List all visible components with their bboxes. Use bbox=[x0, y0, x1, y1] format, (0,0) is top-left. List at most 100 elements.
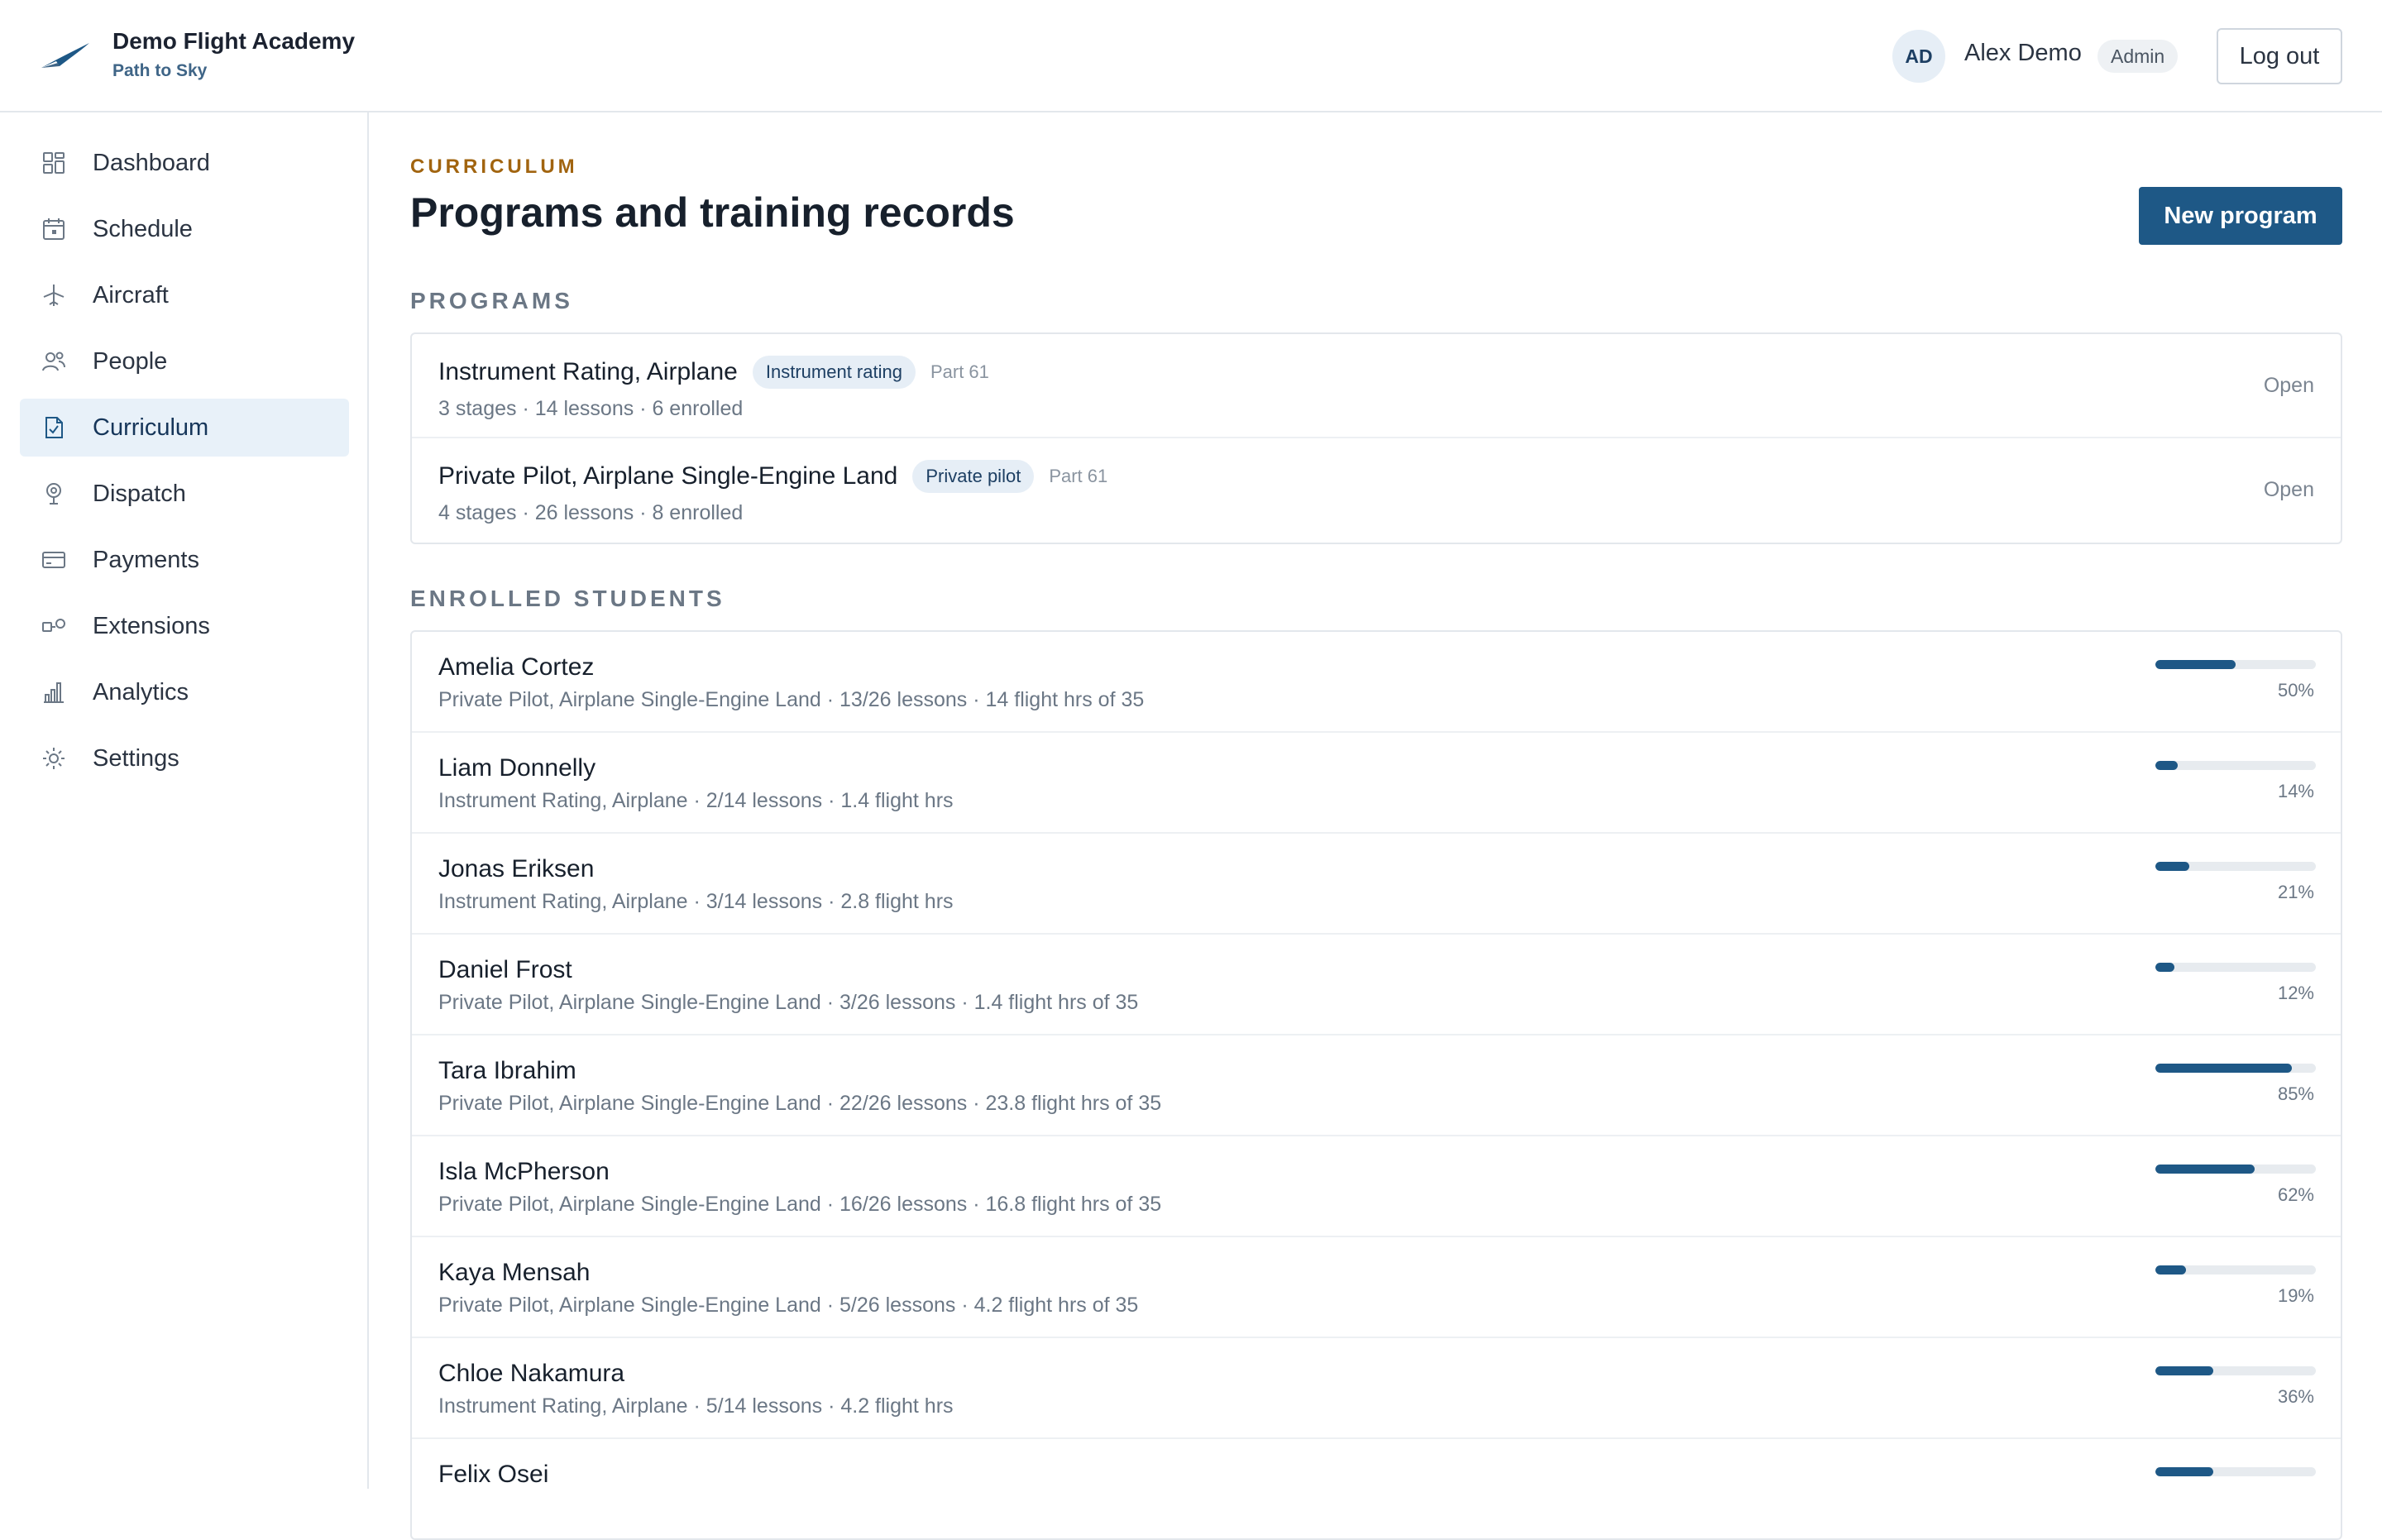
student-meta: Private Pilot, Airplane Single-Engine La… bbox=[438, 688, 1145, 711]
progress-fill bbox=[2155, 1064, 2292, 1073]
sidebar-item-curriculum[interactable]: Curriculum bbox=[20, 399, 349, 457]
student-meta: Instrument Rating, Airplane · 3/14 lesso… bbox=[438, 890, 954, 913]
student-name: Jonas Eriksen bbox=[438, 855, 595, 882]
sidebar-item-label: Dashboard bbox=[93, 149, 210, 176]
program-row[interactable]: Instrument Rating, Airplane Instrument r… bbox=[412, 334, 2341, 438]
extensions-icon bbox=[41, 614, 66, 638]
sidebar-item-label: Payments bbox=[93, 546, 199, 573]
student-name: Daniel Frost bbox=[438, 956, 572, 983]
student-name: Amelia Cortez bbox=[438, 653, 595, 681]
student-meta: Instrument Rating, Airplane · 5/14 lesso… bbox=[438, 1394, 954, 1418]
progress-bar bbox=[2155, 963, 2316, 972]
main-content: CURRICULUM Programs and training records… bbox=[369, 112, 2382, 1540]
progress-fill bbox=[2155, 862, 2189, 871]
program-part: Part 61 bbox=[1049, 466, 1108, 486]
progress-percent: 50% bbox=[2277, 680, 2314, 701]
progress-percent: 19% bbox=[2277, 1285, 2314, 1306]
progress-bar bbox=[2155, 1064, 2316, 1073]
student-row[interactable]: Amelia Cortez Private Pilot, Airplane Si… bbox=[412, 632, 2341, 733]
progress-fill bbox=[2155, 1366, 2213, 1375]
sidebar-item-label: Analytics bbox=[93, 678, 189, 705]
student-meta: Private Pilot, Airplane Single-Engine La… bbox=[438, 991, 1139, 1014]
student-name: Felix Osei bbox=[438, 1461, 549, 1488]
program-status: Open bbox=[2263, 374, 2314, 397]
sidebar-item-settings[interactable]: Settings bbox=[20, 729, 349, 787]
progress-fill bbox=[2155, 963, 2175, 972]
program-name: Private Pilot, Airplane Single-Engine La… bbox=[438, 462, 898, 490]
student-row[interactable]: Isla McPherson Private Pilot, Airplane S… bbox=[412, 1136, 2341, 1237]
location-pin-icon bbox=[41, 481, 66, 506]
sidebar-item-people[interactable]: People bbox=[20, 332, 349, 390]
top-bar: Demo Flight Academy Path to Sky AD Alex … bbox=[0, 0, 2382, 112]
page-title: Programs and training records bbox=[410, 189, 1015, 236]
program-part: Part 61 bbox=[930, 361, 989, 382]
sidebar-item-label: Schedule bbox=[93, 215, 193, 242]
progress-fill bbox=[2155, 761, 2179, 770]
calendar-icon bbox=[41, 217, 66, 242]
user-name: Alex Demo bbox=[1964, 40, 2082, 66]
gear-icon bbox=[41, 746, 66, 771]
program-badge: Instrument rating bbox=[752, 356, 916, 389]
student-name: Chloe Nakamura bbox=[438, 1360, 625, 1387]
sidebar-item-dashboard[interactable]: Dashboard bbox=[20, 134, 349, 192]
brand-tagline: Path to Sky bbox=[112, 61, 208, 80]
program-meta: 3 stages · 14 lessons · 6 enrolled bbox=[438, 397, 744, 420]
new-program-button[interactable]: New program bbox=[2139, 187, 2342, 245]
students-list: Amelia Cortez Private Pilot, Airplane Si… bbox=[410, 630, 2342, 1540]
sidebar-item-label: Dispatch bbox=[93, 480, 186, 507]
progress-bar bbox=[2155, 862, 2316, 871]
student-name: Kaya Mensah bbox=[438, 1259, 591, 1286]
student-meta: Private Pilot, Airplane Single-Engine La… bbox=[438, 1294, 1139, 1317]
programs-list: Instrument Rating, Airplane Instrument r… bbox=[410, 332, 2342, 544]
sidebar-item-label: Curriculum bbox=[93, 414, 209, 441]
sidebar-item-label: People bbox=[93, 347, 168, 375]
logout-button[interactable]: Log out bbox=[2217, 28, 2342, 84]
student-row[interactable]: Liam Donnelly Instrument Rating, Airplan… bbox=[412, 733, 2341, 834]
program-status: Open bbox=[2263, 478, 2314, 501]
progress-percent: 12% bbox=[2277, 983, 2314, 1003]
sidebar-item-aircraft[interactable]: Aircraft bbox=[20, 266, 349, 324]
sidebar-item-label: Aircraft bbox=[93, 281, 169, 308]
student-row[interactable]: Chloe Nakamura Instrument Rating, Airpla… bbox=[412, 1338, 2341, 1439]
dashboard-icon bbox=[41, 151, 66, 175]
brand-name: Demo Flight Academy bbox=[112, 28, 356, 54]
progress-percent: 85% bbox=[2277, 1083, 2314, 1104]
student-meta: Instrument Rating, Airplane · 2/14 lesso… bbox=[438, 789, 954, 812]
progress-bar bbox=[2155, 1265, 2316, 1275]
sidebar-item-label: Settings bbox=[93, 744, 179, 772]
sidebar-item-label: Extensions bbox=[93, 612, 210, 639]
progress-fill bbox=[2155, 1467, 2213, 1476]
user-avatar[interactable]: AD bbox=[1892, 30, 1945, 83]
sidebar-item-schedule[interactable]: Schedule bbox=[20, 200, 349, 258]
progress-bar bbox=[2155, 1165, 2316, 1174]
progress-bar bbox=[2155, 1467, 2316, 1476]
progress-bar bbox=[2155, 761, 2316, 770]
brand-logo-icon bbox=[41, 43, 89, 68]
student-name: Liam Donnelly bbox=[438, 754, 596, 782]
program-meta: 4 stages · 26 lessons · 8 enrolled bbox=[438, 501, 744, 524]
sidebar-item-payments[interactable]: Payments bbox=[20, 531, 349, 589]
student-row[interactable]: Jonas Eriksen Instrument Rating, Airplan… bbox=[412, 834, 2341, 935]
people-icon bbox=[41, 349, 66, 374]
students-heading: ENROLLED STUDENTS bbox=[410, 586, 725, 611]
student-row[interactable]: Daniel Frost Private Pilot, Airplane Sin… bbox=[412, 935, 2341, 1035]
program-badge: Private pilot bbox=[912, 460, 1035, 493]
student-row[interactable]: Tara Ibrahim Private Pilot, Airplane Sin… bbox=[412, 1035, 2341, 1136]
student-row[interactable]: Kaya Mensah Private Pilot, Airplane Sing… bbox=[412, 1237, 2341, 1338]
student-row[interactable]: Felix Osei bbox=[412, 1439, 2341, 1538]
progress-fill bbox=[2155, 660, 2236, 669]
progress-fill bbox=[2155, 1165, 2255, 1174]
progress-percent: 62% bbox=[2277, 1184, 2314, 1205]
credit-card-icon bbox=[41, 548, 66, 572]
program-name: Instrument Rating, Airplane bbox=[438, 358, 738, 385]
progress-fill bbox=[2155, 1265, 2186, 1275]
programs-heading: PROGRAMS bbox=[410, 288, 573, 313]
airplane-icon bbox=[41, 283, 66, 308]
sidebar-item-analytics[interactable]: Analytics bbox=[20, 663, 349, 721]
progress-bar bbox=[2155, 1366, 2316, 1375]
sidebar-item-extensions[interactable]: Extensions bbox=[20, 597, 349, 655]
progress-percent: 21% bbox=[2277, 882, 2314, 902]
bar-chart-icon bbox=[41, 680, 66, 705]
program-row[interactable]: Private Pilot, Airplane Single-Engine La… bbox=[412, 438, 2341, 543]
sidebar-item-dispatch[interactable]: Dispatch bbox=[20, 465, 349, 523]
